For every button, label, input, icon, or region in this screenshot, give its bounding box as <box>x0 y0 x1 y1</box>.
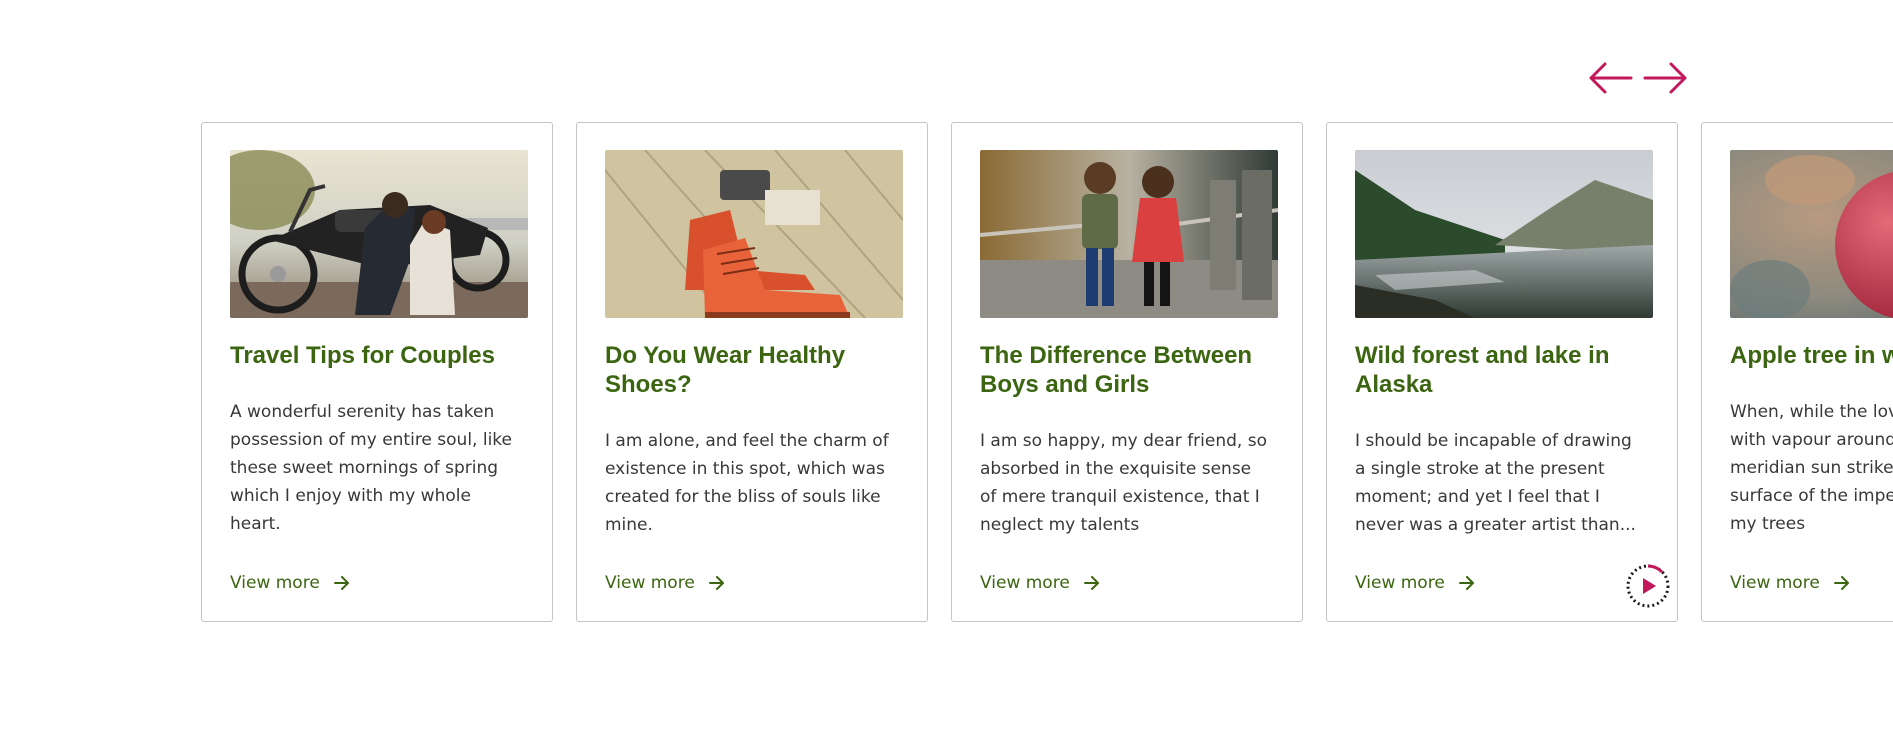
carousel-track: Travel Tips for Couples A wonderful sere… <box>201 122 1893 622</box>
red-apple-closeup-image[interactable] <box>1730 150 1893 318</box>
blog-card-travel-tips: Travel Tips for Couples A wonderful sere… <box>201 122 553 622</box>
view-more-link[interactable]: View more <box>605 570 725 596</box>
blog-card-boys-and-girls: The Difference Between Boys and Girls I … <box>951 122 1303 622</box>
card-excerpt: I am alone, and feel the charm of existe… <box>605 431 889 535</box>
view-more-link[interactable]: View more <box>230 570 350 596</box>
excerpt-line: surface of the imper <box>1730 486 1893 506</box>
blog-card-apple-tree: Apple tree in w When, while the lov with … <box>1701 122 1893 622</box>
two-children-on-bridge-image[interactable] <box>980 150 1278 318</box>
card-excerpt: A wonderful serenity has taken possessio… <box>230 402 513 534</box>
card-title[interactable]: Wild forest and lake in Alaska <box>1355 341 1653 399</box>
card-excerpt: I should be incapable of drawing a singl… <box>1355 431 1636 535</box>
arrow-right-icon <box>1833 576 1849 590</box>
view-more-link[interactable]: View more <box>1730 570 1850 596</box>
arrow-right-icon <box>708 576 724 590</box>
blog-card-alaska-forest: Wild forest and lake in Alaska I should … <box>1326 122 1678 622</box>
arrow-right-icon <box>1083 576 1099 590</box>
excerpt-line: my trees <box>1730 514 1806 534</box>
view-more-label: View more <box>230 573 320 593</box>
card-excerpt: When, while the lov with vapour around mer… <box>1730 398 1893 538</box>
arrow-right-icon <box>333 576 349 590</box>
view-more-label: View more <box>980 573 1070 593</box>
carousel-navigation <box>1587 60 1689 96</box>
view-more-link[interactable]: View more <box>1355 570 1475 596</box>
play-icon <box>1626 564 1670 608</box>
view-more-label: View more <box>605 573 695 593</box>
couple-with-motorcycle-image[interactable] <box>230 150 528 318</box>
excerpt-line: meridian sun strikes <box>1730 458 1893 478</box>
card-title[interactable]: The Difference Between Boys and Girls <box>980 341 1278 399</box>
forest-lake-mountains-image[interactable] <box>1355 150 1653 318</box>
blog-card-healthy-shoes: Do You Wear Healthy Shoes? I am alone, a… <box>576 122 928 622</box>
red-leather-shoes-image[interactable] <box>605 150 903 318</box>
blog-carousel: Travel Tips for Couples A wonderful sere… <box>201 122 1893 625</box>
view-more-label: View more <box>1355 573 1445 593</box>
view-more-label: View more <box>1730 573 1820 593</box>
card-title[interactable]: Apple tree in w <box>1730 341 1893 370</box>
card-title[interactable]: Travel Tips for Couples <box>230 341 528 370</box>
view-more-link[interactable]: View more <box>980 570 1100 596</box>
arrow-right-icon[interactable] <box>1643 60 1689 96</box>
card-title[interactable]: Do You Wear Healthy Shoes? <box>605 341 903 399</box>
card-excerpt: I am so happy, my dear friend, so absorb… <box>980 431 1267 535</box>
arrow-left-icon[interactable] <box>1587 60 1633 96</box>
excerpt-line: with vapour around <box>1730 430 1893 450</box>
arrow-right-icon <box>1458 576 1474 590</box>
autoplay-button[interactable] <box>1625 563 1671 609</box>
excerpt-line: When, while the lov <box>1730 402 1893 422</box>
